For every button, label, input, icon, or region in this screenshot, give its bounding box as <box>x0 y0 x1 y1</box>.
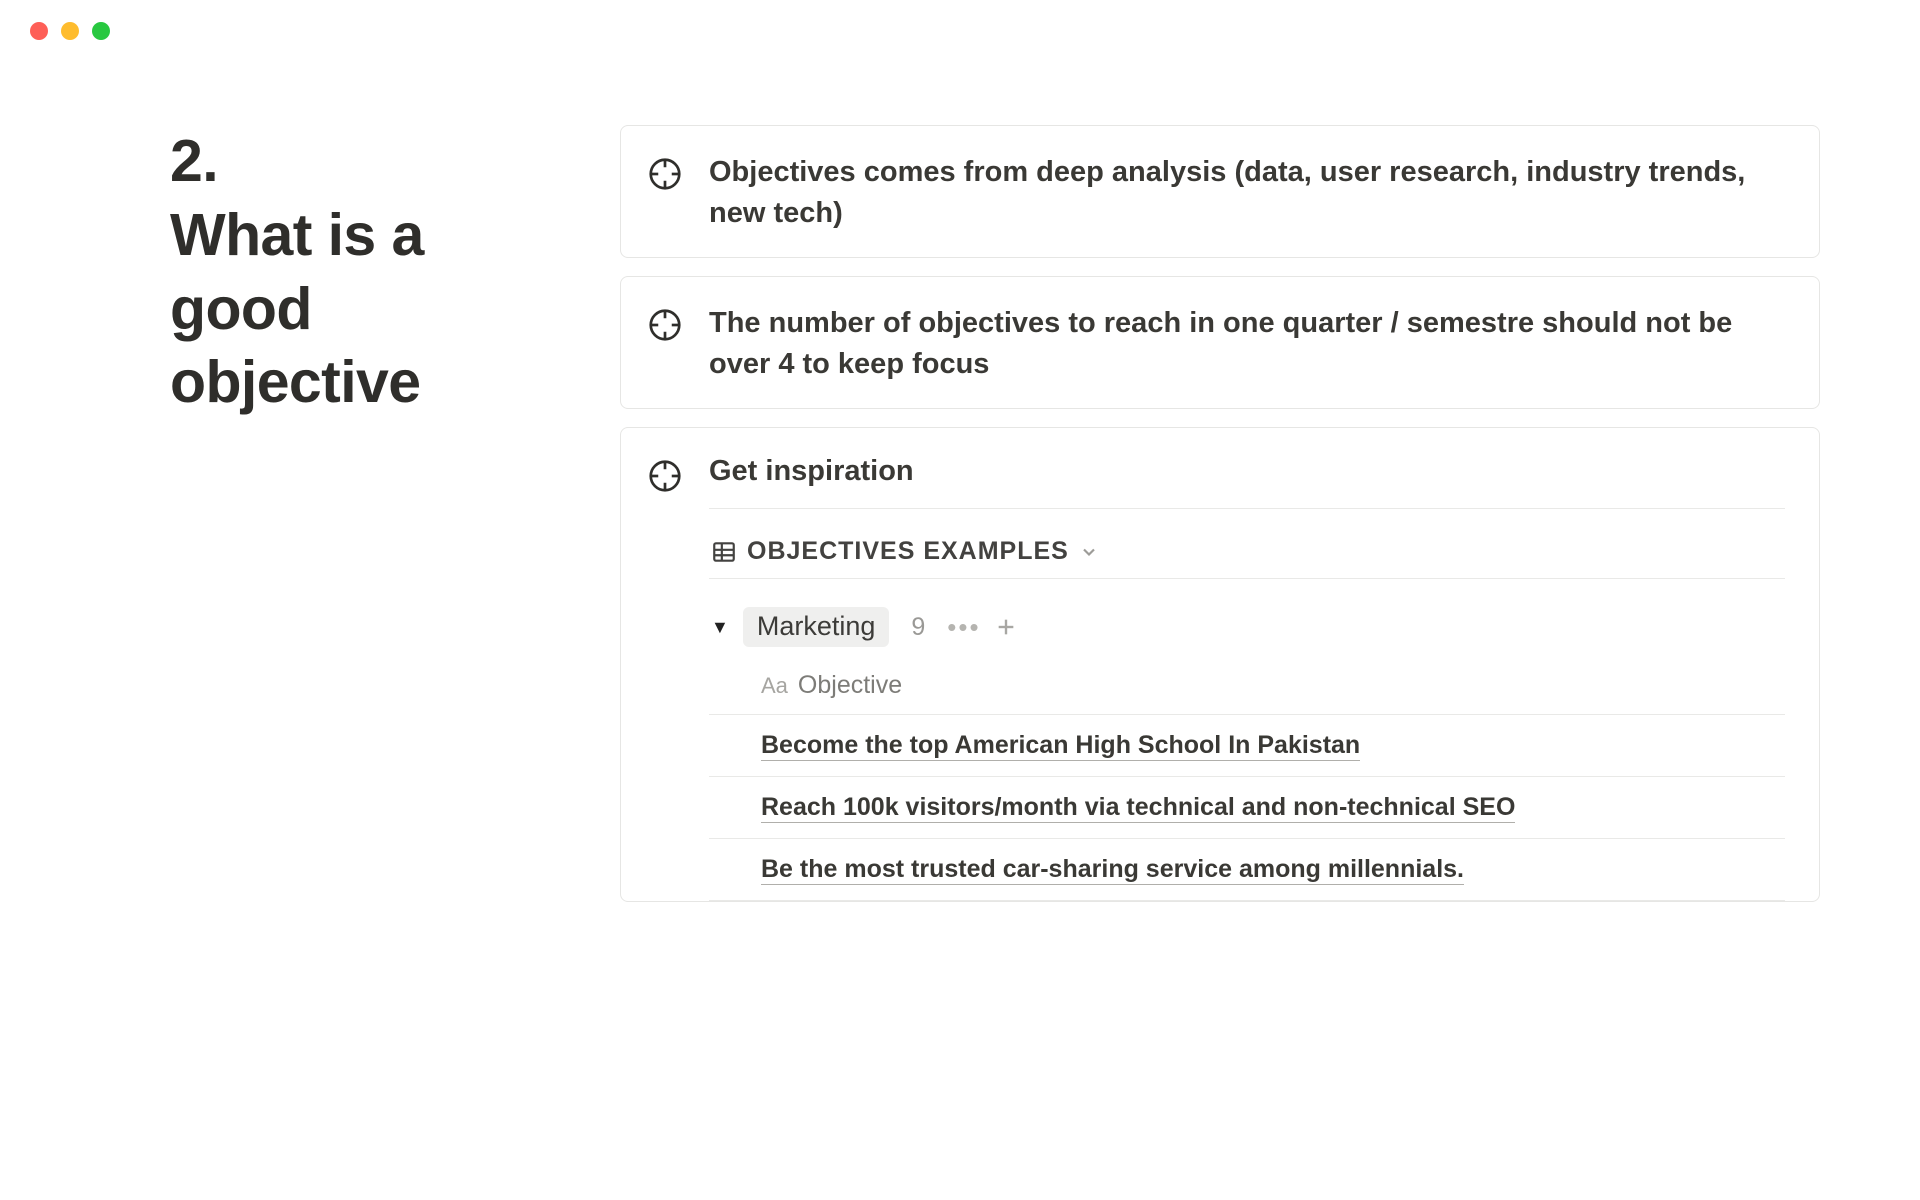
row-title: Become the top American High School In P… <box>761 731 1360 761</box>
divider <box>709 508 1785 509</box>
page-content: 2. What is a good objective Objectives c… <box>0 40 1920 902</box>
heading-line-2: good <box>170 276 312 342</box>
heading-line-1: What is a <box>170 202 424 268</box>
callout-text: Objectives comes from deep analysis (dat… <box>709 150 1785 233</box>
callout-card[interactable]: Objectives comes from deep analysis (dat… <box>620 125 1820 258</box>
target-icon <box>647 156 683 192</box>
app-window: 2. What is a good objective Objectives c… <box>0 0 1920 1200</box>
target-icon <box>647 458 683 494</box>
database-view-tab[interactable]: OBJECTIVES EXAMPLES <box>709 537 1785 579</box>
group-header[interactable]: ▼ Marketing 9 ••• <box>709 591 1785 661</box>
add-row-button[interactable] <box>995 616 1017 638</box>
database-block: OBJECTIVES EXAMPLES ▼ Marketing 9 ••• <box>647 508 1785 901</box>
table-row[interactable]: Become the top American High School In P… <box>709 715 1785 777</box>
window-controls <box>0 0 1920 40</box>
section-heading: 2. What is a good objective <box>170 125 580 420</box>
row-title: Reach 100k visitors/month via technical … <box>761 793 1515 823</box>
callout-text: The number of objectives to reach in one… <box>709 301 1785 384</box>
toggle-triangle-icon[interactable]: ▼ <box>711 617 729 638</box>
cards-column: Objectives comes from deep analysis (dat… <box>620 125 1920 902</box>
heading-number: 2. <box>170 128 218 194</box>
inspiration-card: Get inspiration OBJECTIVES EXAMPLES <box>620 427 1820 902</box>
table-icon <box>711 539 737 565</box>
column-name: Objective <box>798 671 902 700</box>
more-options-icon[interactable]: ••• <box>947 612 980 643</box>
chevron-down-icon <box>1079 542 1099 562</box>
minimize-window-button[interactable] <box>61 22 79 40</box>
group-tag: Marketing <box>743 607 890 647</box>
target-icon <box>647 307 683 343</box>
table-row[interactable]: Reach 100k visitors/month via technical … <box>709 777 1785 839</box>
heading-line-3: objective <box>170 349 420 415</box>
close-window-button[interactable] <box>30 22 48 40</box>
text-property-icon: Aa <box>761 673 788 699</box>
maximize-window-button[interactable] <box>92 22 110 40</box>
row-title: Be the most trusted car-sharing service … <box>761 855 1464 885</box>
inspiration-title: Get inspiration <box>709 452 914 488</box>
column-header[interactable]: Aa Objective <box>709 661 1785 715</box>
table-row[interactable]: Be the most trusted car-sharing service … <box>709 839 1785 901</box>
inspiration-header: Get inspiration <box>647 452 1785 494</box>
section-heading-column: 2. What is a good objective <box>0 125 620 902</box>
group-count: 9 <box>911 613 925 642</box>
callout-card[interactable]: The number of objectives to reach in one… <box>620 276 1820 409</box>
view-name: OBJECTIVES EXAMPLES <box>747 537 1069 566</box>
